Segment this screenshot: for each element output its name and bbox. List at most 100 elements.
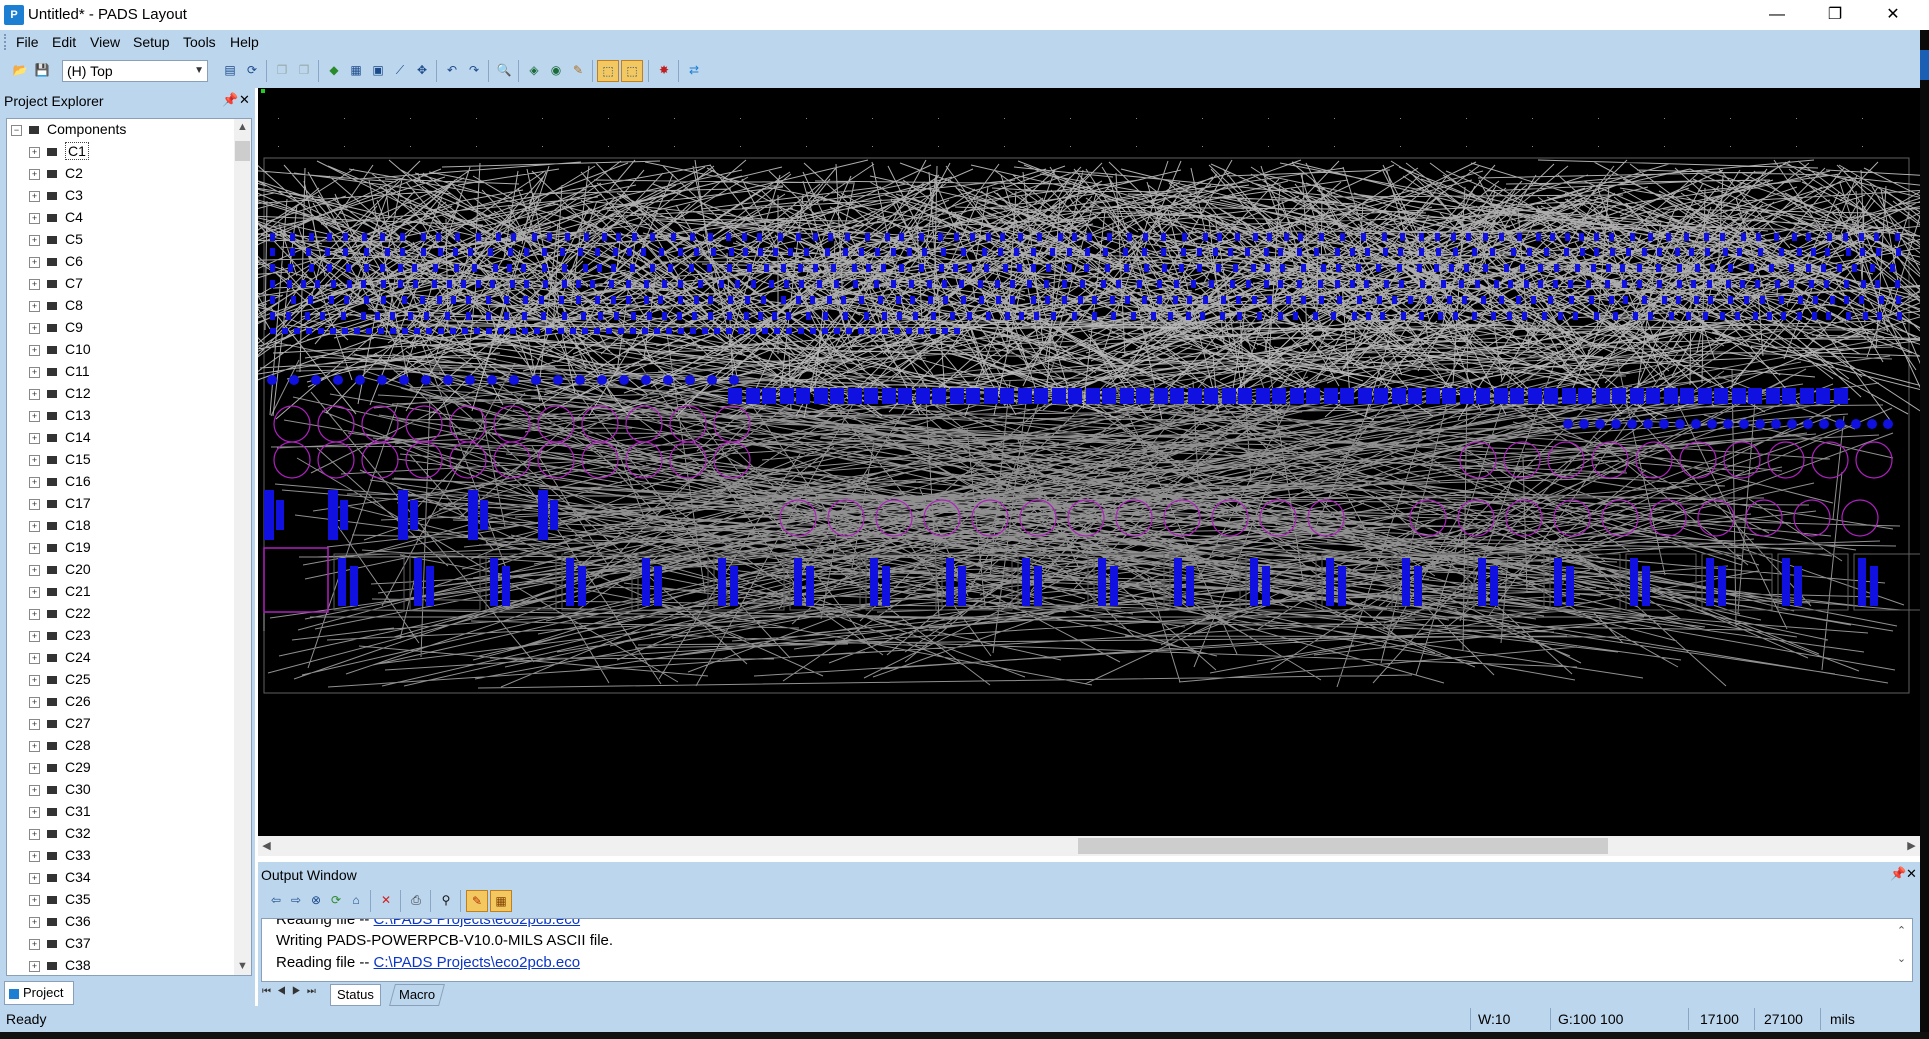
tree-item[interactable]: + C37: [29, 935, 91, 957]
menu-setup[interactable]: Setup: [133, 34, 170, 50]
tree-item[interactable]: + C17: [29, 495, 91, 517]
layers-icon[interactable]: ◈: [524, 60, 544, 80]
tree-item[interactable]: + C10: [29, 341, 91, 363]
tree-item[interactable]: + C7: [29, 275, 83, 297]
expand-icon[interactable]: +: [29, 256, 40, 268]
back-icon[interactable]: ⇦: [266, 890, 286, 910]
tree-item[interactable]: + C14: [29, 429, 91, 451]
tab-status[interactable]: Status: [330, 984, 381, 1006]
tree-item[interactable]: + C32: [29, 825, 91, 847]
component-tree[interactable]: − Components + C1 + C2 + C3 + C4 + C5 + C6 + C7 + C8 + C9 +…: [6, 118, 252, 976]
home-icon[interactable]: ⌂: [346, 890, 366, 910]
expand-icon[interactable]: +: [29, 630, 40, 642]
expand-icon[interactable]: +: [29, 542, 40, 554]
expand-icon[interactable]: +: [29, 872, 40, 884]
expand-icon[interactable]: +: [29, 454, 40, 466]
tree-item[interactable]: + C16: [29, 473, 91, 495]
expand-icon[interactable]: +: [29, 762, 40, 774]
tree-item[interactable]: + C11: [29, 363, 90, 385]
restore-button[interactable]: ❐: [1806, 0, 1864, 30]
tree-item[interactable]: + C12: [29, 385, 91, 407]
zoom-icon[interactable]: 🔍: [494, 60, 514, 80]
select-mode-icon[interactable]: ⬚: [597, 60, 619, 82]
output-file-link[interactable]: C:\PADS Projects\eco2pcb.eco: [374, 919, 580, 928]
tree-item[interactable]: + C23: [29, 627, 91, 649]
tree-item[interactable]: + C28: [29, 737, 91, 759]
refresh-icon[interactable]: ⟳: [326, 890, 346, 910]
grid-icon[interactable]: ▦: [490, 890, 512, 912]
menu-view[interactable]: View: [90, 34, 120, 50]
verify-design-icon[interactable]: ✸: [654, 60, 674, 80]
log-icon[interactable]: ✎: [466, 890, 488, 912]
expand-icon[interactable]: +: [29, 322, 40, 334]
expand-icon[interactable]: +: [29, 190, 40, 202]
tree-item[interactable]: + C35: [29, 891, 91, 913]
tree-item[interactable]: + C20: [29, 561, 91, 583]
expand-icon[interactable]: +: [29, 850, 40, 862]
open-icon[interactable]: 📂: [10, 60, 30, 80]
expand-icon[interactable]: +: [29, 410, 40, 422]
tree-scrollbar[interactable]: ▲ ▼: [234, 119, 251, 975]
pin-icon[interactable]: 📌: [1890, 866, 1906, 882]
pin-icon[interactable]: 📌: [222, 92, 238, 108]
scroll-down-icon[interactable]: ⌄: [1893, 951, 1910, 968]
drafting-icon[interactable]: ◆: [324, 60, 344, 80]
redraw-icon[interactable]: ⟳: [242, 60, 262, 80]
tree-item[interactable]: + C31: [29, 803, 91, 825]
layer-select[interactable]: (H) Top ▼: [62, 60, 208, 82]
route-icon[interactable]: ⟋: [390, 60, 410, 80]
tree-item[interactable]: + C18: [29, 517, 91, 539]
minimize-button[interactable]: —: [1748, 0, 1806, 30]
expand-icon[interactable]: +: [29, 212, 40, 224]
tree-root-components[interactable]: − Components: [11, 121, 126, 143]
expand-icon[interactable]: +: [29, 432, 40, 444]
tree-item[interactable]: + C19: [29, 539, 91, 561]
scroll-up-icon[interactable]: ⌃: [1893, 923, 1910, 940]
tree-item[interactable]: + C3: [29, 187, 83, 209]
tree-item[interactable]: + C8: [29, 297, 83, 319]
tree-item[interactable]: + C30: [29, 781, 91, 803]
close-icon[interactable]: ✕: [239, 92, 250, 108]
find-icon[interactable]: ⚲: [436, 890, 456, 910]
expand-icon[interactable]: +: [29, 608, 40, 620]
copy-icon[interactable]: ❐: [272, 60, 292, 80]
print-icon[interactable]: ⎙: [406, 890, 426, 910]
tree-item[interactable]: + C6: [29, 253, 83, 275]
select-filter-icon[interactable]: ⬚: [621, 60, 643, 82]
tab-navigation-icons[interactable]: ⏮◀▶⏭: [262, 986, 322, 997]
expand-icon[interactable]: +: [29, 476, 40, 488]
tree-item[interactable]: + C4: [29, 209, 83, 231]
tree-scroll-thumb[interactable]: [235, 141, 250, 161]
expand-icon[interactable]: +: [29, 168, 40, 180]
tree-item[interactable]: + C2: [29, 165, 83, 187]
tree-item[interactable]: + C5: [29, 231, 83, 253]
output-log[interactable]: Reading file -- C:\PADS Projects\eco2pcb…: [261, 918, 1913, 982]
tree-item[interactable]: + C33: [29, 847, 91, 869]
tab-project[interactable]: Project: [4, 981, 74, 1005]
expand-icon[interactable]: +: [29, 740, 40, 752]
stop-icon[interactable]: ⊗: [306, 890, 326, 910]
forward-icon[interactable]: ⇨: [286, 890, 306, 910]
expand-icon[interactable]: +: [29, 960, 40, 972]
tree-item[interactable]: + C34: [29, 869, 91, 891]
expand-icon[interactable]: +: [29, 586, 40, 598]
ecn-icon[interactable]: ▣: [368, 60, 388, 80]
paste-icon[interactable]: ❐: [294, 60, 314, 80]
dimension-icon[interactable]: ✥: [412, 60, 432, 80]
expand-icon[interactable]: +: [29, 674, 40, 686]
tree-item[interactable]: + C38: [29, 957, 91, 975]
tree-item[interactable]: + C25: [29, 671, 91, 693]
expand-icon[interactable]: +: [29, 718, 40, 730]
properties-icon[interactable]: ▤: [220, 60, 240, 80]
tree-item[interactable]: + C26: [29, 693, 91, 715]
tree-item[interactable]: + C24: [29, 649, 91, 671]
expand-icon[interactable]: +: [29, 696, 40, 708]
save-icon[interactable]: 💾: [32, 60, 52, 80]
expand-icon[interactable]: +: [29, 828, 40, 840]
tree-item[interactable]: + C13: [29, 407, 91, 429]
menu-edit[interactable]: Edit: [52, 34, 76, 50]
expand-icon[interactable]: +: [29, 520, 40, 532]
close-button[interactable]: ✕: [1864, 0, 1922, 30]
expand-icon[interactable]: +: [29, 344, 40, 356]
tree-item[interactable]: + C21: [29, 583, 91, 605]
